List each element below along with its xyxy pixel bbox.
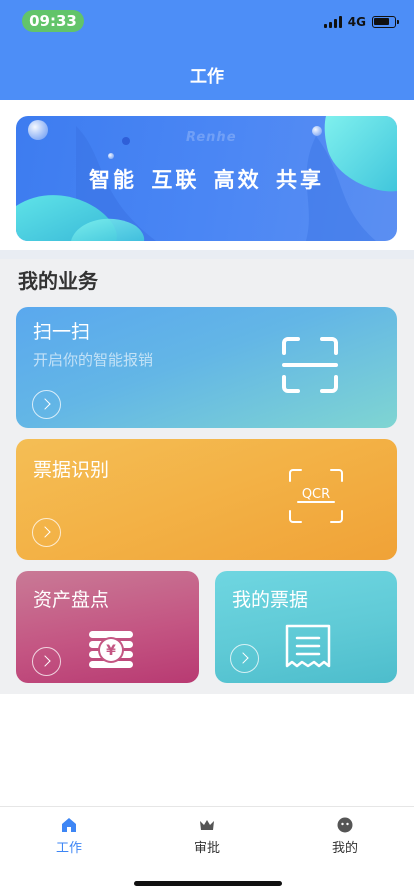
asset-inventory-card[interactable]: 资产盘点 ¥ — [16, 571, 199, 683]
tab-mine[interactable]: 我的 — [295, 817, 395, 861]
scan-card-arrow-icon[interactable] — [32, 390, 61, 419]
ocr-card-title: 票据识别 — [33, 459, 110, 481]
coin-stack-icon-text: ¥ — [106, 643, 116, 659]
tab-mine-label: 我的 — [331, 841, 358, 856]
my-tickets-card[interactable]: 我的票据 — [215, 571, 397, 683]
status-time: 09:33 — [22, 10, 84, 32]
tab-approval[interactable]: 审批 — [157, 817, 257, 861]
section-divider — [0, 250, 414, 259]
status-indicators: 4G — [323, 14, 399, 30]
crown-icon — [200, 820, 214, 830]
app-header: 09:33 4G 工作 — [0, 0, 414, 100]
scan-card-subtitle: 开启你的智能报销 — [33, 351, 154, 369]
coin-stack-icon: ¥ — [89, 631, 133, 668]
profile-icon — [337, 817, 353, 833]
tab-approval-label: 审批 — [193, 841, 220, 856]
banner-watermark: Renhe — [186, 130, 237, 145]
home-indicator — [134, 881, 282, 886]
tickets-card-arrow-icon[interactable] — [230, 644, 259, 673]
asset-card-title: 资产盘点 — [33, 589, 110, 611]
tab-work[interactable]: 工作 — [19, 817, 119, 861]
ocr-card-arrow-icon[interactable] — [32, 518, 61, 547]
banner-slogan: 智能 互联 高效 共享 — [89, 168, 324, 192]
promo-banner[interactable]: Renhe 智能 互联 高效 共享 — [16, 116, 397, 241]
scan-card-title: 扫一扫 — [33, 321, 91, 343]
signal-icon — [323, 16, 342, 28]
tickets-card-title: 我的票据 — [232, 589, 309, 611]
ocr-icon: QCR — [289, 469, 343, 523]
tab-work-label: 工作 — [55, 841, 82, 856]
scan-frame-icon — [282, 337, 338, 393]
page-title: 工作 — [190, 67, 224, 87]
section-title: 我的业务 — [18, 269, 98, 293]
ocr-card[interactable]: 票据识别 QCR — [16, 439, 397, 560]
network-label: 4G — [347, 15, 366, 29]
ocr-icon-text: QCR — [302, 487, 330, 502]
scan-card[interactable]: 扫一扫 开启你的智能报销 — [16, 307, 397, 428]
home-icon — [62, 818, 76, 832]
receipt-icon — [285, 624, 331, 668]
battery-icon — [372, 16, 399, 28]
asset-card-arrow-icon[interactable] — [32, 647, 61, 676]
